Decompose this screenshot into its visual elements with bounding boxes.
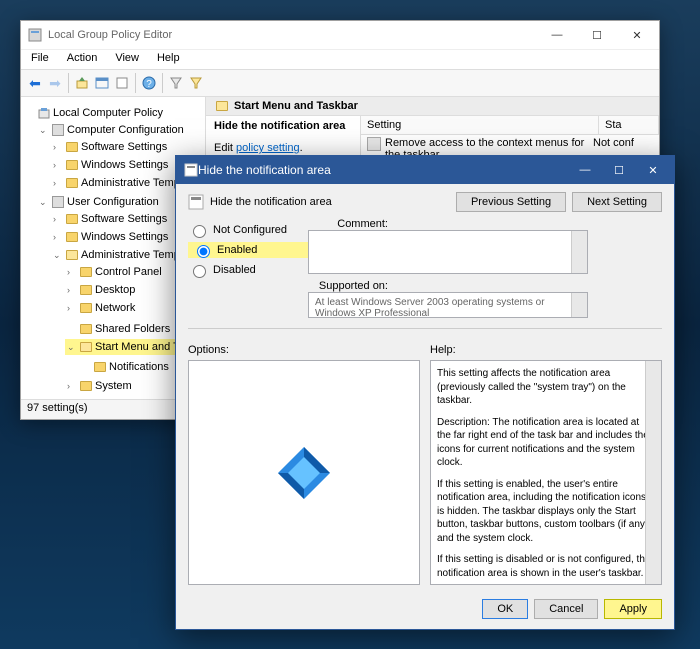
toolbar: ⬅ ➡ ?: [21, 69, 659, 97]
column-header-state[interactable]: Sta: [599, 116, 659, 134]
forward-button[interactable]: ➡: [45, 73, 65, 93]
export-button[interactable]: [112, 73, 132, 93]
maximize-button[interactable]: ☐: [577, 23, 617, 47]
cancel-button[interactable]: Cancel: [534, 599, 598, 619]
tree-system[interactable]: ›System: [65, 378, 134, 394]
options-label: Options:: [188, 344, 420, 356]
minimize-button[interactable]: —: [537, 23, 577, 47]
dialog-icon: [184, 163, 198, 177]
edit-policy-link[interactable]: policy setting: [236, 142, 300, 154]
tree-computer-config[interactable]: ⌄Computer Configuration: [37, 122, 186, 138]
tree-desktop[interactable]: ›Desktop: [65, 282, 137, 298]
apply-button[interactable]: Apply: [604, 599, 662, 619]
tree-cc-windows[interactable]: ›Windows Settings: [51, 157, 170, 173]
comment-input[interactable]: [308, 230, 588, 274]
app-icon: [27, 27, 43, 43]
tree-root[interactable]: Local Computer Policy: [23, 105, 165, 121]
selected-setting-title: Hide the notification area: [214, 120, 352, 132]
tree-uc-software[interactable]: ›Software Settings: [51, 211, 169, 227]
supported-on-label: Supported on:: [308, 280, 388, 292]
menubar: File Action View Help: [21, 49, 659, 69]
show-hide-button[interactable]: [92, 73, 112, 93]
setting-name: Hide the notification area: [210, 196, 332, 208]
dialog-close-button[interactable]: ✕: [636, 156, 670, 184]
tree-uc-windows[interactable]: ›Windows Settings: [51, 229, 170, 245]
menu-action[interactable]: Action: [59, 50, 106, 69]
comment-label: Comment:: [308, 218, 388, 230]
filter-options-button[interactable]: [186, 73, 206, 93]
watermark-logo-icon: [274, 443, 334, 503]
up-button[interactable]: [72, 73, 92, 93]
dialog-minimize-button[interactable]: —: [568, 156, 602, 184]
policy-dialog: Hide the notification area — ☐ ✕ Hide th…: [175, 155, 675, 630]
help-panel[interactable]: This setting affects the notification ar…: [430, 360, 662, 585]
menu-help[interactable]: Help: [149, 50, 188, 69]
tree-cc-software[interactable]: ›Software Settings: [51, 139, 169, 155]
ok-button[interactable]: OK: [482, 599, 528, 619]
help-button[interactable]: ?: [139, 73, 159, 93]
tree-shared-folders[interactable]: Shared Folders: [65, 321, 172, 337]
state-radio-group: Not Configured Enabled Disabled: [188, 218, 308, 318]
next-setting-button[interactable]: Next Setting: [572, 192, 662, 212]
setting-icon: [188, 194, 204, 210]
svg-text:?: ?: [146, 79, 152, 90]
radio-not-configured[interactable]: Not Configured: [188, 222, 308, 238]
dialog-maximize-button[interactable]: ☐: [602, 156, 636, 184]
titlebar[interactable]: Local Group Policy Editor — ☐ ✕: [21, 21, 659, 49]
setting-icon: [367, 137, 381, 151]
column-header-setting[interactable]: Setting: [361, 116, 599, 134]
window-title: Local Group Policy Editor: [48, 29, 537, 41]
menu-view[interactable]: View: [107, 50, 147, 69]
tree-control-panel[interactable]: ›Control Panel: [65, 264, 164, 280]
help-label: Help:: [430, 344, 662, 356]
filter-button[interactable]: [166, 73, 186, 93]
dialog-titlebar[interactable]: Hide the notification area — ☐ ✕: [176, 156, 674, 184]
close-button[interactable]: ✕: [617, 23, 657, 47]
back-button[interactable]: ⬅: [25, 73, 45, 93]
tree-network[interactable]: ›Network: [65, 300, 137, 316]
previous-setting-button[interactable]: Previous Setting: [456, 192, 566, 212]
supported-on-text: At least Windows Server 2003 operating s…: [308, 292, 588, 318]
menu-file[interactable]: File: [23, 50, 57, 69]
folder-icon: [216, 101, 228, 111]
dialog-title: Hide the notification area: [198, 163, 568, 177]
list-header: Start Menu and Taskbar: [206, 97, 659, 116]
radio-enabled[interactable]: Enabled: [188, 242, 308, 258]
tree-user-config[interactable]: ⌄User Configuration: [37, 194, 161, 210]
options-panel: [188, 360, 420, 585]
radio-disabled[interactable]: Disabled: [188, 262, 308, 278]
tree-notifications[interactable]: Notifications: [79, 359, 171, 375]
